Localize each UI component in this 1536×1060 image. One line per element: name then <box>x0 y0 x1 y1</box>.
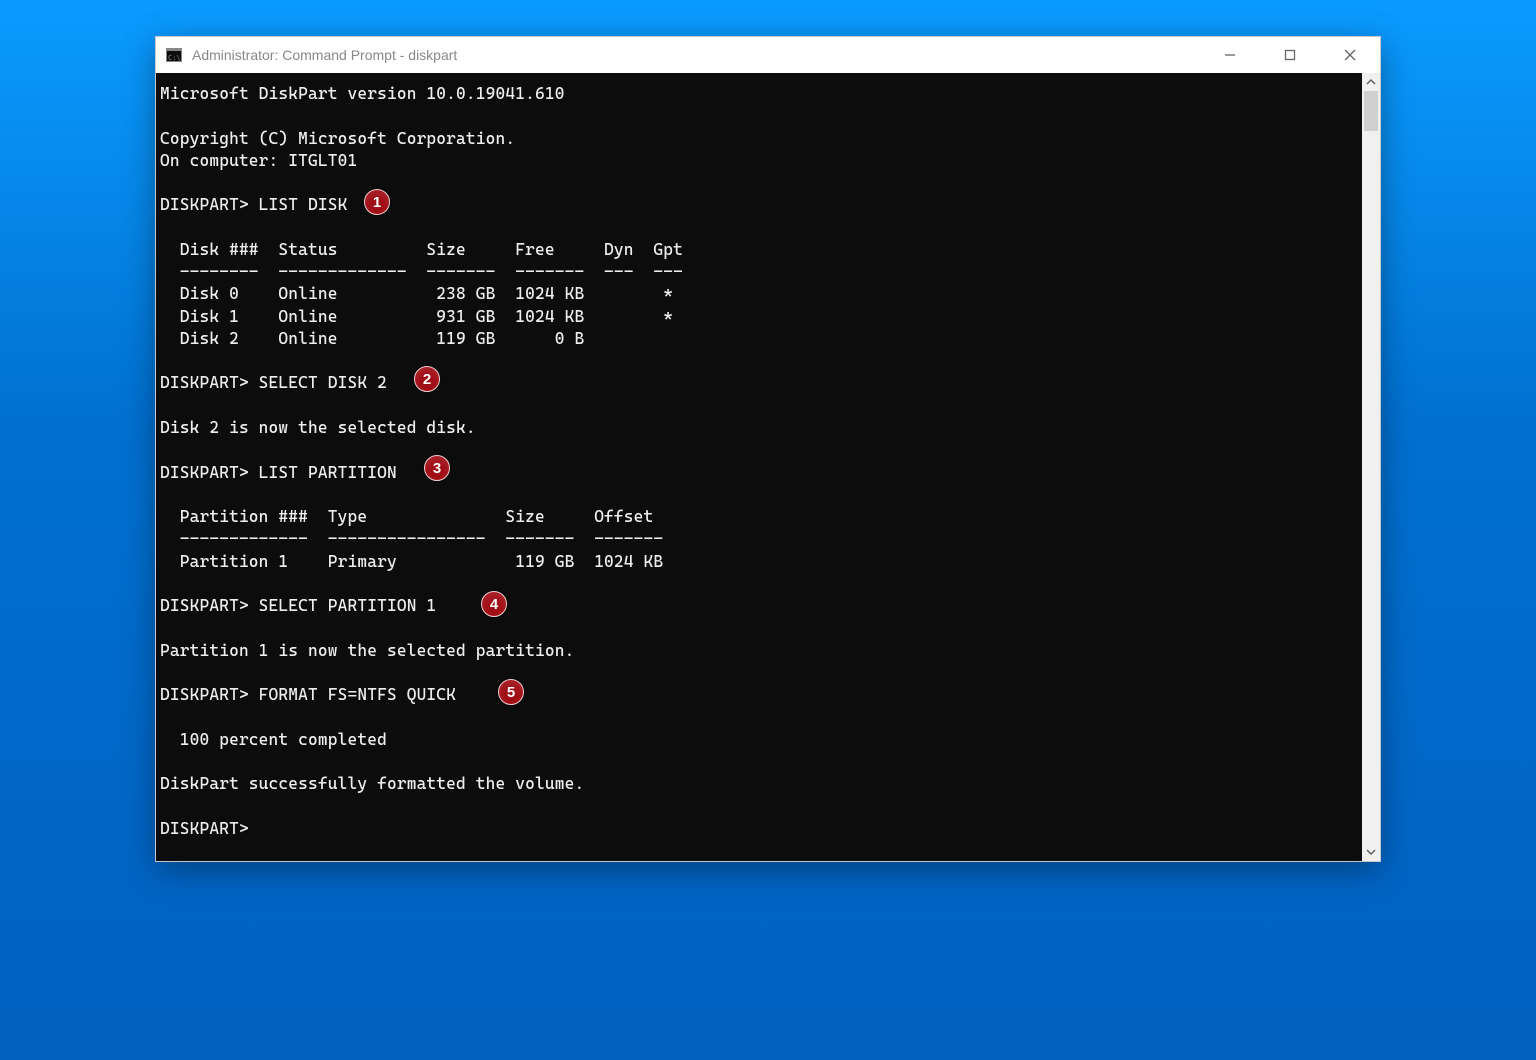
annotation-badge-5: 5 <box>498 679 524 705</box>
scroll-up-arrow-icon[interactable] <box>1362 73 1380 91</box>
annotation-badge-3: 3 <box>424 455 450 481</box>
maximize-button[interactable] <box>1260 37 1320 73</box>
window-title: Administrator: Command Prompt - diskpart <box>192 47 457 63</box>
console-area: Microsoft DiskPart version 10.0.19041.61… <box>156 73 1380 861</box>
annotation-badge-4: 4 <box>481 591 507 617</box>
annotation-badge-2: 2 <box>414 366 440 392</box>
scroll-down-arrow-icon[interactable] <box>1362 843 1380 861</box>
vertical-scrollbar[interactable] <box>1362 73 1380 861</box>
maximize-icon <box>1284 49 1296 61</box>
minimize-icon <box>1224 49 1236 61</box>
close-button[interactable] <box>1320 37 1380 73</box>
cmd-icon <box>166 48 182 62</box>
scrollbar-thumb[interactable] <box>1364 91 1378 131</box>
close-icon <box>1344 49 1356 61</box>
window-controls <box>1200 37 1380 73</box>
titlebar-left: Administrator: Command Prompt - diskpart <box>166 47 457 63</box>
annotation-badge-1: 1 <box>364 189 390 215</box>
minimize-button[interactable] <box>1200 37 1260 73</box>
terminal-output: Microsoft DiskPart version 10.0.19041.61… <box>160 83 1380 840</box>
titlebar[interactable]: Administrator: Command Prompt - diskpart <box>156 37 1380 73</box>
command-prompt-window: Administrator: Command Prompt - diskpart… <box>155 36 1381 862</box>
terminal[interactable]: Microsoft DiskPart version 10.0.19041.61… <box>156 73 1380 861</box>
